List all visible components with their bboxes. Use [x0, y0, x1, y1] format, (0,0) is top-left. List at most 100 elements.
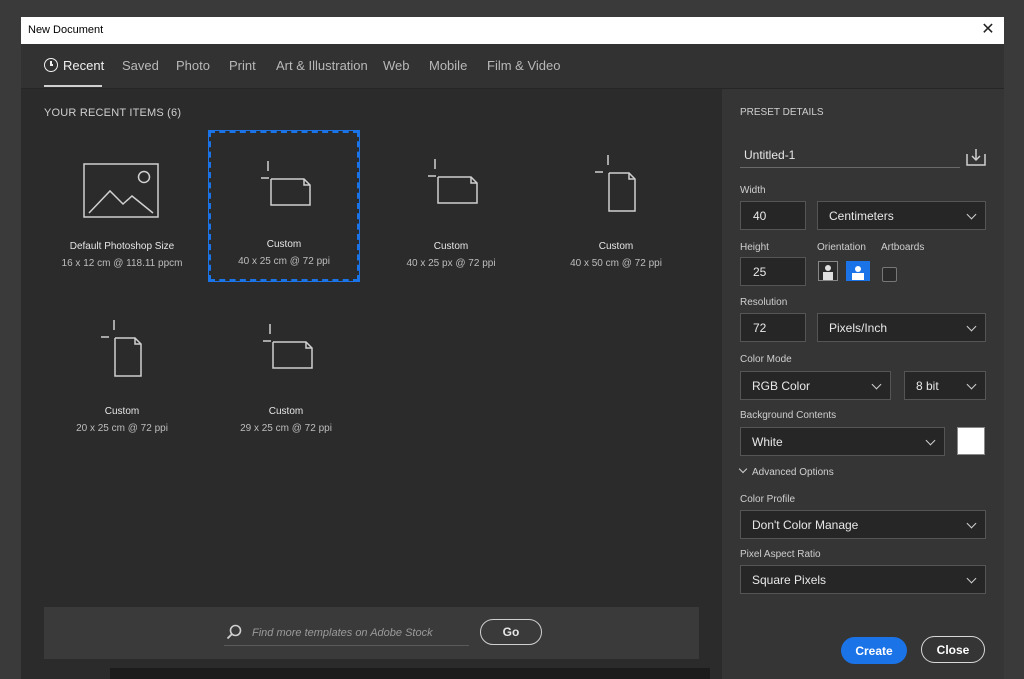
- resolution-value: 72: [753, 321, 767, 335]
- bit-depth-value: 8 bit: [916, 379, 939, 393]
- recent-item-custom-selected[interactable]: Custom 40 x 25 cm @ 72 ppi: [208, 130, 360, 282]
- search-input[interactable]: [250, 621, 472, 645]
- background-value: White: [752, 435, 783, 449]
- recent-items-panel: YOUR RECENT ITEMS (6) Default Photoshop …: [21, 89, 722, 679]
- landscape-orientation-button[interactable]: [846, 261, 870, 281]
- resolution-unit-value: Pixels/Inch: [829, 321, 888, 335]
- recent-item-description: 29 x 25 cm @ 72 ppi: [240, 423, 332, 434]
- preset-name-value: Untitled-1: [744, 148, 796, 162]
- color-mode-dropdown[interactable]: RGB Color: [740, 371, 891, 400]
- color-profile-value: Don't Color Manage: [752, 518, 859, 532]
- preset-details-panel: PRESET DETAILS Untitled-1 Width 40 Centi…: [722, 89, 1004, 679]
- search-field: [224, 621, 472, 646]
- width-input[interactable]: 40: [740, 201, 806, 230]
- color-mode-label: Color Mode: [740, 354, 792, 365]
- recent-item-custom[interactable]: Custom 40 x 25 px @ 72 ppi: [376, 133, 526, 283]
- recent-item-name: Custom: [268, 406, 304, 417]
- go-button[interactable]: Go: [480, 619, 542, 645]
- preset-name-field[interactable]: Untitled-1: [740, 141, 960, 168]
- chevron-down-icon: [738, 464, 748, 474]
- width-unit-dropdown[interactable]: Centimeters: [817, 201, 986, 230]
- create-button[interactable]: Create: [841, 637, 907, 664]
- tab-mobile[interactable]: Mobile: [429, 58, 467, 73]
- landscape-document-icon: [261, 161, 311, 206]
- recent-item-description: 40 x 50 cm @ 72 ppi: [570, 258, 662, 269]
- close-button[interactable]: Close: [921, 636, 985, 663]
- resolution-unit-dropdown[interactable]: Pixels/Inch: [817, 313, 986, 342]
- recent-item-custom[interactable]: Custom 20 x 25 cm @ 72 ppi: [47, 298, 197, 448]
- recent-item-default-photoshop-size[interactable]: Default Photoshop Size 16 x 12 cm @ 118.…: [47, 133, 197, 283]
- chevron-down-icon: [966, 518, 977, 529]
- chevron-down-icon: [966, 321, 977, 332]
- background-contents-label: Background Contents: [740, 410, 837, 421]
- chevron-down-icon: [966, 379, 977, 390]
- resolution-label: Resolution: [740, 297, 788, 308]
- portrait-person-icon: [823, 265, 833, 280]
- tab-film-video[interactable]: Film & Video: [487, 58, 560, 73]
- recent-item-name: Custom: [104, 406, 140, 417]
- recent-item-name: Custom: [266, 239, 302, 250]
- tab-photo[interactable]: Photo: [176, 58, 210, 73]
- category-tabs: Recent Saved Photo Print Art & Illustrat…: [21, 44, 1004, 89]
- save-preset-icon[interactable]: [966, 148, 986, 166]
- recent-item-description: 40 x 25 cm @ 72 ppi: [238, 256, 330, 267]
- advanced-options-toggle[interactable]: Advanced Options: [738, 464, 834, 478]
- pixel-aspect-value: Square Pixels: [752, 573, 827, 587]
- preset-details-heading: PRESET DETAILS: [740, 107, 824, 118]
- recent-item-name: Custom: [598, 241, 634, 252]
- tab-saved[interactable]: Saved: [122, 58, 159, 73]
- tab-web[interactable]: Web: [383, 58, 410, 73]
- orientation-label: Orientation: [817, 242, 866, 253]
- title-bar: New Document ✕: [21, 17, 1004, 44]
- background-color-swatch[interactable]: [957, 427, 985, 455]
- bit-depth-dropdown[interactable]: 8 bit: [904, 371, 986, 400]
- recent-item-description: 40 x 25 px @ 72 ppi: [406, 258, 496, 269]
- tab-art-illustration[interactable]: Art & Illustration: [276, 58, 368, 73]
- chevron-down-icon: [871, 379, 882, 390]
- stock-search-bar: Go: [44, 607, 699, 659]
- background-contents-dropdown[interactable]: White: [740, 427, 945, 456]
- recent-item-name: Default Photoshop Size: [69, 241, 175, 252]
- artboards-label: Artboards: [881, 242, 925, 253]
- tab-recent-label: Recent: [63, 58, 105, 73]
- search-icon: [226, 624, 242, 640]
- pixel-aspect-ratio-label: Pixel Aspect Ratio: [740, 549, 821, 560]
- recent-item-custom[interactable]: Custom 29 x 25 cm @ 72 ppi: [211, 298, 361, 448]
- close-icon[interactable]: ✕: [978, 20, 998, 40]
- width-label: Width: [740, 185, 766, 196]
- clock-icon: [44, 58, 58, 72]
- resolution-input[interactable]: 72: [740, 313, 806, 342]
- chevron-down-icon: [966, 209, 977, 220]
- chevron-down-icon: [925, 435, 936, 446]
- image-icon: [83, 163, 159, 218]
- window-title: New Document: [28, 24, 104, 36]
- pixel-aspect-ratio-dropdown[interactable]: Square Pixels: [740, 565, 986, 594]
- recent-item-name: Custom: [433, 241, 469, 252]
- landscape-document-icon: [428, 159, 478, 204]
- background-canvas-strip: [110, 668, 710, 679]
- artboards-checkbox[interactable]: [882, 267, 897, 282]
- new-document-dialog: New Document ✕ Recent Saved Photo Print …: [21, 17, 1004, 679]
- chevron-down-icon: [966, 573, 977, 584]
- portrait-document-icon: [101, 320, 142, 377]
- recent-item-description: 16 x 12 cm @ 118.11 ppcm: [61, 258, 183, 269]
- color-profile-label: Color Profile: [740, 494, 796, 505]
- portrait-orientation-button[interactable]: [818, 261, 838, 281]
- height-input[interactable]: 25: [740, 257, 806, 286]
- recent-item-description: 20 x 25 cm @ 72 ppi: [76, 423, 168, 434]
- landscape-person-icon: [852, 266, 864, 280]
- width-value: 40: [753, 209, 767, 223]
- height-value: 25: [753, 265, 767, 279]
- width-unit-value: Centimeters: [829, 209, 894, 223]
- tab-recent[interactable]: Recent: [44, 58, 104, 73]
- color-profile-dropdown[interactable]: Don't Color Manage: [740, 510, 986, 539]
- advanced-options-label: Advanced Options: [752, 467, 834, 478]
- height-label: Height: [740, 242, 769, 253]
- tab-print[interactable]: Print: [229, 58, 256, 73]
- portrait-document-icon: [595, 155, 636, 212]
- landscape-document-icon: [263, 324, 313, 369]
- color-mode-value: RGB Color: [752, 379, 811, 393]
- recent-item-custom[interactable]: Custom 40 x 50 cm @ 72 ppi: [541, 133, 691, 283]
- active-tab-indicator: [44, 85, 102, 87]
- recent-items-heading: YOUR RECENT ITEMS (6): [44, 107, 182, 119]
